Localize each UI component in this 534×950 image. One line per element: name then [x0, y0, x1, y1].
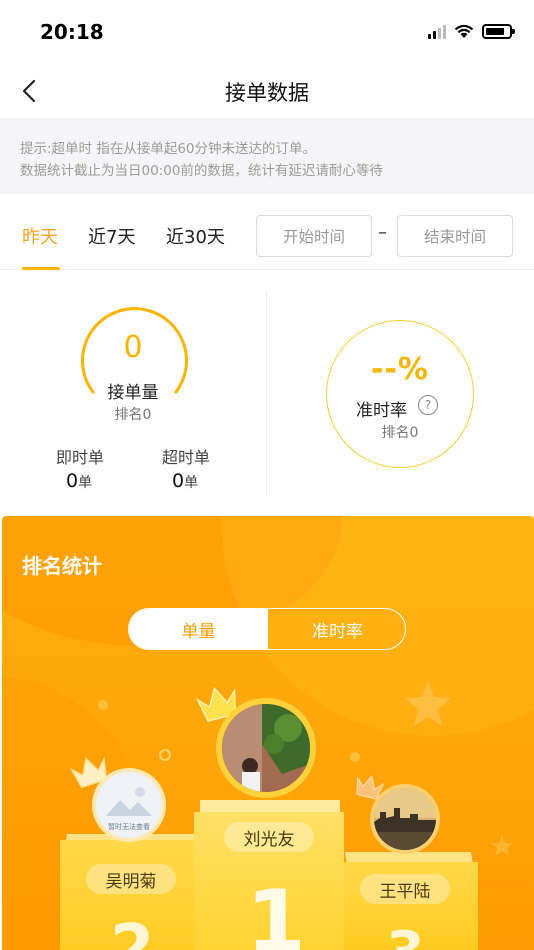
- third-place-name: 王平陆: [360, 874, 450, 904]
- notice-line-1: 提示:超单时 指在从接单起60分钟未送达的订单。: [20, 141, 317, 157]
- order-data-page: 20:18 接单数据 提示:超单时 指在从接单起60分钟未送达的订单。 数据统计…: [0, 0, 534, 950]
- tab-yesterday[interactable]: 昨天: [22, 223, 58, 249]
- toggle-order-volume[interactable]: 单量: [129, 609, 268, 649]
- sparkle-decoration-icon: [159, 749, 171, 761]
- profile-photo-icon: [222, 704, 310, 792]
- toggle-ontime-rate[interactable]: 准时率: [268, 609, 405, 649]
- start-date-field[interactable]: 开始时间: [256, 215, 372, 257]
- instant-order-label: 即时单: [56, 448, 105, 467]
- avatar-caption: 暂时无法查看: [108, 823, 150, 831]
- rank-number-1: 1: [246, 872, 306, 950]
- second-place-name: 吴明菊: [86, 864, 176, 894]
- ranking-metric-toggle: 单量 准时率: [128, 608, 406, 650]
- star-decoration-icon: [491, 835, 513, 856]
- dot-decoration: [98, 700, 108, 710]
- cellular-signal-icon: [428, 24, 446, 39]
- date-range-separator: –: [378, 222, 387, 243]
- overtime-order-label: 超时单: [162, 448, 211, 467]
- ranking-title: 排名统计: [22, 554, 102, 578]
- battery-icon: [482, 24, 515, 39]
- order-count-rank: 排名0: [114, 407, 152, 423]
- first-place-name: 刘光友: [224, 822, 314, 852]
- profile-photo-icon: [374, 788, 436, 850]
- status-icons: [428, 24, 515, 39]
- page-title: 接单数据: [225, 81, 309, 105]
- ontime-rate-rank: 排名0: [381, 425, 419, 441]
- status-bar: 20:18: [0, 0, 534, 64]
- order-count-value: 0: [123, 330, 143, 365]
- star-decoration-icon: [405, 681, 451, 726]
- dot-decoration: [350, 752, 360, 762]
- order-count-label: 接单量: [107, 383, 159, 403]
- date-filter-bar: 昨天 近7天 近30天 开始时间 – 结束时间: [0, 194, 534, 270]
- first-place-avatar[interactable]: [222, 704, 310, 792]
- ranking-section: 排名统计 单量 准时率 2 1 3 吴明菊 刘光友 王平陆: [2, 516, 534, 950]
- rank-number-2: 2: [110, 912, 155, 950]
- notice-line-2: 数据统计截止为当日00:00前的数据，统计有延迟请耐心等待: [20, 163, 383, 179]
- stats-divider: [266, 292, 267, 496]
- tab-last-7-days[interactable]: 近7天: [88, 223, 135, 249]
- second-place-avatar[interactable]: 暂时无法查看: [96, 772, 162, 838]
- ontime-rate-label: 准时率: [356, 401, 407, 421]
- wifi-icon: [454, 24, 474, 38]
- instant-order-value: 0单: [66, 470, 93, 492]
- rank-number-3: 3: [386, 920, 425, 950]
- tab-last-30-days[interactable]: 近30天: [166, 223, 225, 249]
- notice-banner: 提示:超单时 指在从接单起60分钟未送达的订单。 数据统计截止为当日00:00前…: [0, 118, 534, 194]
- status-time: 20:18: [40, 20, 104, 44]
- stats-panel: 0 接单量 排名0 即时单 0单 超时单 0单 --% 准时率 ? 排名0: [0, 270, 534, 516]
- nav-bar: 接单数据: [0, 64, 534, 118]
- end-date-field[interactable]: 结束时间: [397, 215, 513, 257]
- overtime-order-value: 0单: [172, 470, 199, 492]
- help-question-icon[interactable]: ?: [418, 395, 438, 415]
- ontime-rate-value: --%: [371, 352, 429, 387]
- third-place-avatar[interactable]: [374, 788, 436, 850]
- ontime-rate-circle: [326, 320, 474, 468]
